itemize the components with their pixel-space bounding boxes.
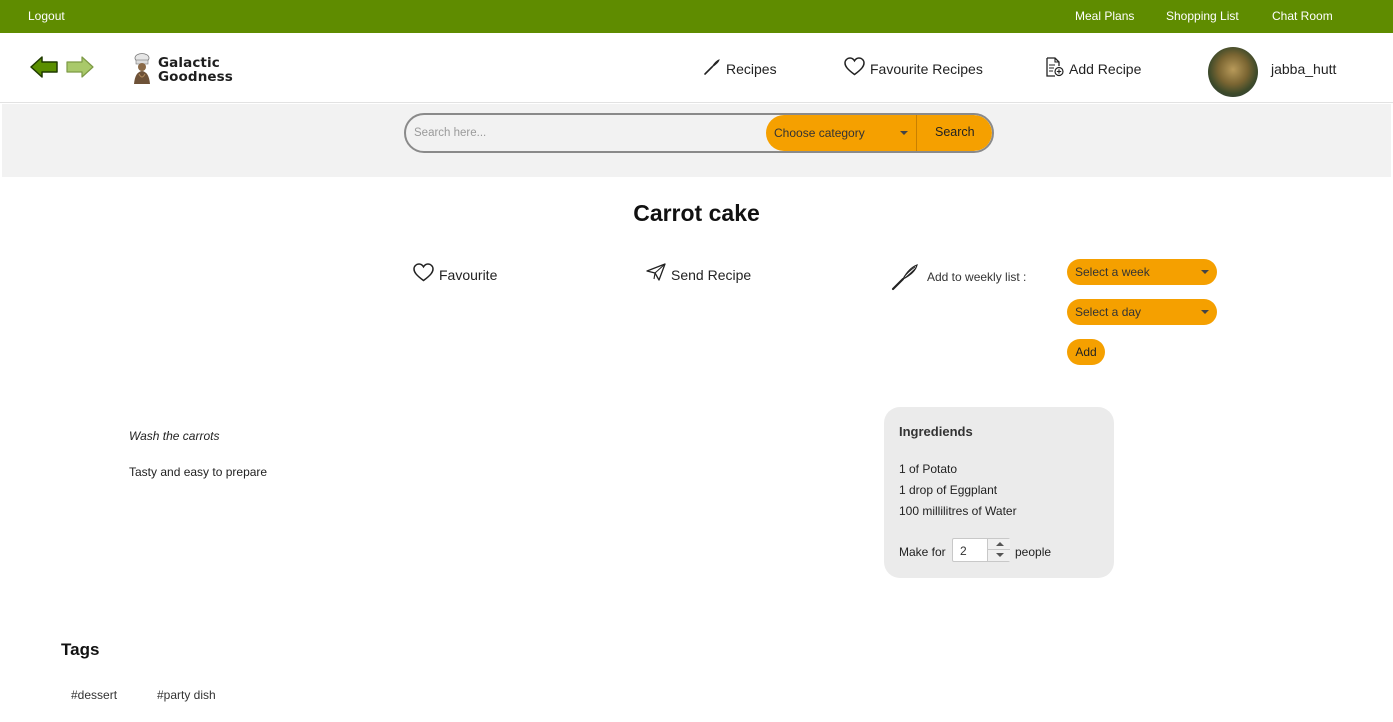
nav-favourite-recipes[interactable]: Favourite Recipes [844, 57, 983, 81]
servings-stepper[interactable]: 2 [952, 538, 1010, 562]
ingredients-panel: Ingrediends 1 of Potato 1 drop of Eggpla… [884, 407, 1114, 578]
heart-icon [844, 57, 865, 81]
username[interactable]: jabba_hutt [1271, 61, 1336, 77]
search-bar: Choose category Search [404, 113, 994, 153]
app-logo[interactable]: Galactic Goodness [130, 53, 240, 87]
tag-dessert[interactable]: #dessert [71, 688, 117, 702]
whisk-icon [703, 58, 721, 81]
day-select-label: Select a day [1075, 305, 1142, 319]
chef-icon [130, 53, 154, 90]
decrement-button[interactable] [987, 550, 1010, 561]
chevron-down-icon [996, 553, 1004, 557]
add-to-weekly-button[interactable]: Add [1067, 339, 1105, 365]
search-button-label: Search [935, 125, 975, 139]
top-bar: Logout Meal Plans Shopping List Chat Roo… [0, 0, 1393, 33]
paper-plane-icon [646, 263, 666, 286]
send-recipe-button[interactable]: Send Recipe [646, 263, 751, 286]
nav-recipes[interactable]: Recipes [703, 57, 777, 81]
nav-recipes-label: Recipes [726, 61, 777, 77]
favourite-label: Favourite [439, 267, 498, 283]
favourite-button[interactable]: Favourite [413, 263, 497, 287]
add-button-label: Add [1075, 345, 1097, 359]
search-button[interactable]: Search [917, 115, 992, 151]
logout-link[interactable]: Logout [28, 9, 65, 23]
chevron-down-icon [1201, 310, 1209, 314]
logo-text-line2: Goodness [158, 69, 233, 85]
nav-favourite-recipes-label: Favourite Recipes [870, 61, 983, 77]
add-document-icon [1045, 56, 1064, 82]
header: Galactic Goodness Recipes Favourite Reci… [0, 33, 1393, 103]
whisk-icon [890, 262, 920, 297]
week-select[interactable]: Select a week [1067, 259, 1217, 285]
increment-button[interactable] [987, 539, 1010, 550]
ingredient-item: 1 of Potato [899, 462, 958, 476]
servings-value[interactable]: 2 [960, 544, 967, 558]
meal-plans-link[interactable]: Meal Plans [1075, 9, 1134, 23]
category-dropdown[interactable]: Choose category [766, 115, 916, 151]
arrow-right-icon[interactable] [66, 56, 94, 83]
chevron-down-icon [900, 131, 908, 135]
tag-party-dish[interactable]: #party dish [157, 688, 216, 702]
make-for-label: Make for [899, 545, 946, 559]
tags-heading: Tags [61, 640, 100, 659]
instruction-step: Wash the carrots [129, 429, 220, 443]
heart-icon [413, 263, 434, 287]
ingredient-item: 100 millilitres of Water [899, 504, 1017, 518]
chevron-up-icon [996, 542, 1004, 546]
send-recipe-label: Send Recipe [671, 266, 752, 283]
shopping-list-link[interactable]: Shopping List [1166, 9, 1239, 23]
recipe-description: Tasty and easy to prepare [129, 465, 268, 479]
ingredients-heading: Ingrediends [899, 424, 973, 439]
week-select-label: Select a week [1075, 265, 1150, 279]
search-band: Choose category Search [2, 104, 1391, 177]
category-dropdown-label: Choose category [774, 126, 865, 140]
people-label: people [1015, 545, 1052, 559]
day-select[interactable]: Select a day [1067, 299, 1217, 325]
search-input[interactable] [414, 123, 754, 143]
arrow-left-icon[interactable] [30, 56, 58, 83]
recipe-title: Carrot cake [633, 200, 760, 226]
ingredient-item: 1 drop of Eggplant [899, 483, 998, 497]
chevron-down-icon [1201, 270, 1209, 274]
avatar[interactable] [1208, 47, 1258, 97]
chat-room-link[interactable]: Chat Room [1272, 9, 1333, 23]
nav-add-recipe-label: Add Recipe [1069, 61, 1142, 77]
weekly-list-label: Add to weekly list : [927, 270, 1027, 284]
nav-add-recipe[interactable]: Add Recipe [1045, 56, 1142, 82]
